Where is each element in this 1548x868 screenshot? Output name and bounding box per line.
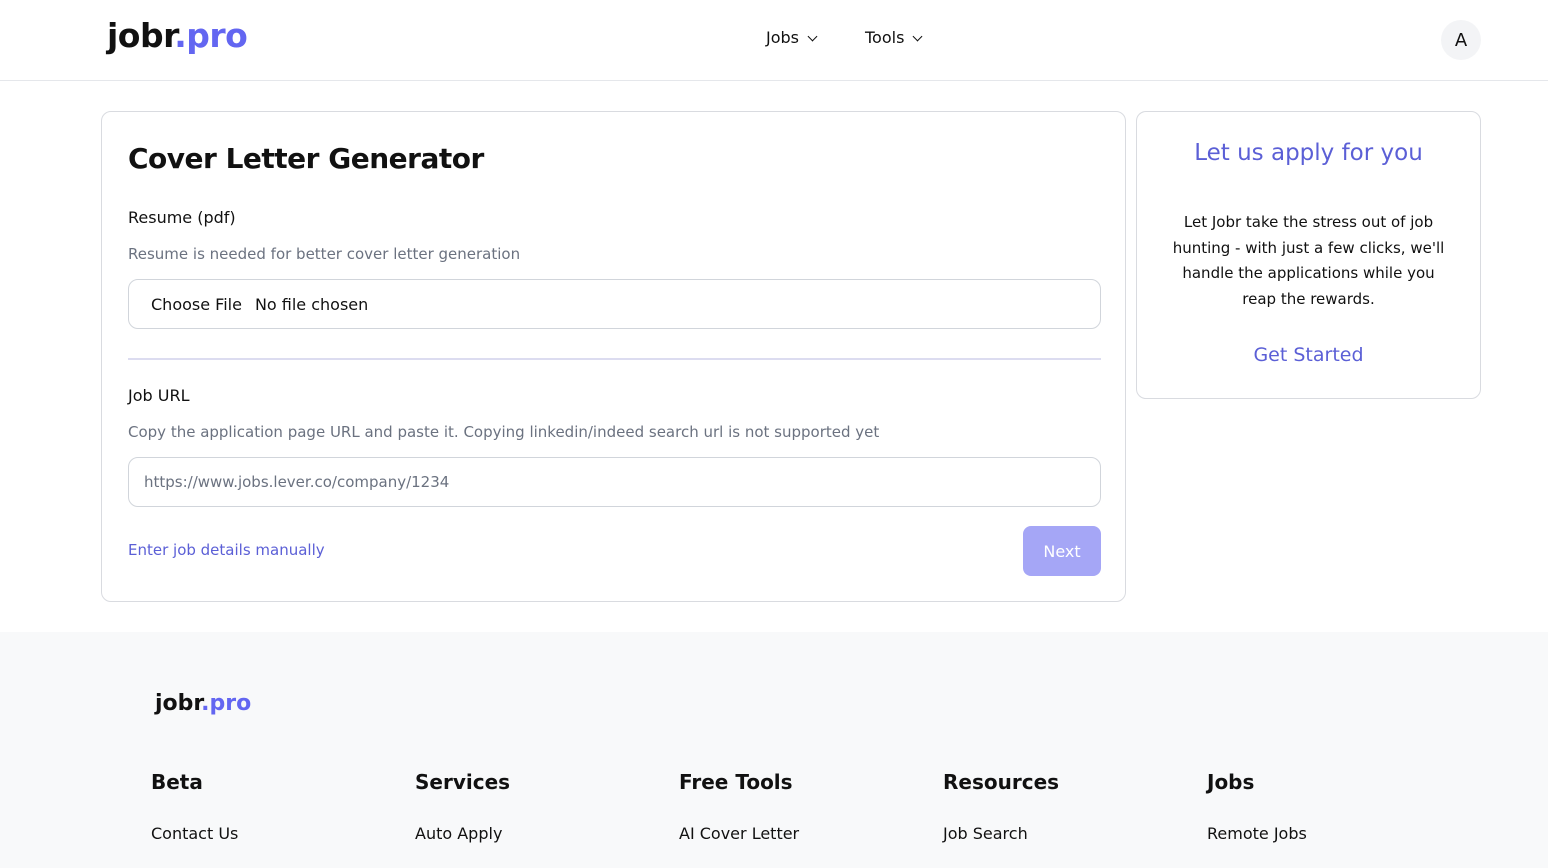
- page-title: Cover Letter Generator: [128, 142, 484, 175]
- footer-link-remote-jobs[interactable]: Remote Jobs: [1207, 824, 1307, 843]
- footer-heading: Beta: [151, 770, 203, 794]
- footer-heading: Resources: [943, 770, 1060, 794]
- choose-file-button[interactable]: Choose File: [151, 295, 242, 314]
- footer-column-free-tools: Free Tools AI Cover Letter: [679, 770, 799, 843]
- promo-body: Let Jobr take the stress out of job hunt…: [1172, 213, 1445, 308]
- user-avatar[interactable]: A: [1441, 20, 1481, 60]
- footer-heading: Services: [415, 770, 511, 794]
- cover-letter-card: Cover Letter Generator Resume (pdf) Resu…: [101, 111, 1126, 602]
- next-button[interactable]: Next: [1023, 526, 1101, 576]
- logo-accent: .pro: [174, 16, 248, 55]
- job-url-label: Job URL: [128, 386, 190, 405]
- nav-jobs-label: Jobs: [766, 28, 799, 47]
- job-url-input[interactable]: [128, 457, 1101, 507]
- footer-link-auto-apply[interactable]: Auto Apply: [415, 824, 502, 843]
- logo[interactable]: jobr.pro: [107, 16, 248, 55]
- section-divider: [128, 358, 1101, 360]
- footer-column-jobs: Jobs Remote Jobs: [1207, 770, 1307, 843]
- logo-main: jobr: [107, 16, 175, 55]
- resume-file-input[interactable]: Choose File No file chosen: [128, 279, 1101, 329]
- footer-column-resources: Resources Job Search: [943, 770, 1060, 843]
- nav-tools-label: Tools: [865, 28, 905, 47]
- job-url-help-text: Copy the application page URL and paste …: [128, 423, 880, 441]
- footer-logo[interactable]: jobr.pro: [155, 691, 251, 716]
- footer-column-services: Services Auto Apply: [415, 770, 511, 843]
- footer-logo-accent: .pro: [201, 691, 252, 716]
- chevron-down-icon: [807, 31, 818, 41]
- footer-heading: Jobs: [1207, 770, 1255, 794]
- apply-promo-card: Let us apply for you Let Jobr take the s…: [1136, 111, 1481, 399]
- file-status-text: No file chosen: [254, 294, 369, 314]
- footer-link-contact-us[interactable]: Contact Us: [151, 824, 238, 843]
- footer-column-beta: Beta Contact Us: [151, 770, 238, 843]
- promo-title: Let us apply for you: [1194, 140, 1423, 166]
- enter-details-manually-link[interactable]: Enter job details manually: [128, 541, 325, 559]
- top-nav-bar: jobr.pro Jobs Tools A: [0, 0, 1548, 81]
- nav-jobs-menu[interactable]: Jobs: [766, 28, 818, 47]
- get-started-link[interactable]: Get Started: [1137, 344, 1480, 366]
- footer: jobr.pro Beta Contact Us Services Auto A…: [0, 632, 1548, 868]
- footer-logo-main: jobr: [155, 691, 202, 716]
- footer-link-job-search[interactable]: Job Search: [943, 824, 1028, 843]
- footer-heading: Free Tools: [679, 770, 793, 794]
- footer-link-ai-cover-letter[interactable]: AI Cover Letter: [679, 824, 799, 843]
- nav-tools-menu[interactable]: Tools: [865, 28, 923, 47]
- chevron-down-icon: [912, 31, 923, 41]
- resume-label: Resume (pdf): [128, 208, 236, 227]
- resume-help-text: Resume is needed for better cover letter…: [128, 245, 521, 263]
